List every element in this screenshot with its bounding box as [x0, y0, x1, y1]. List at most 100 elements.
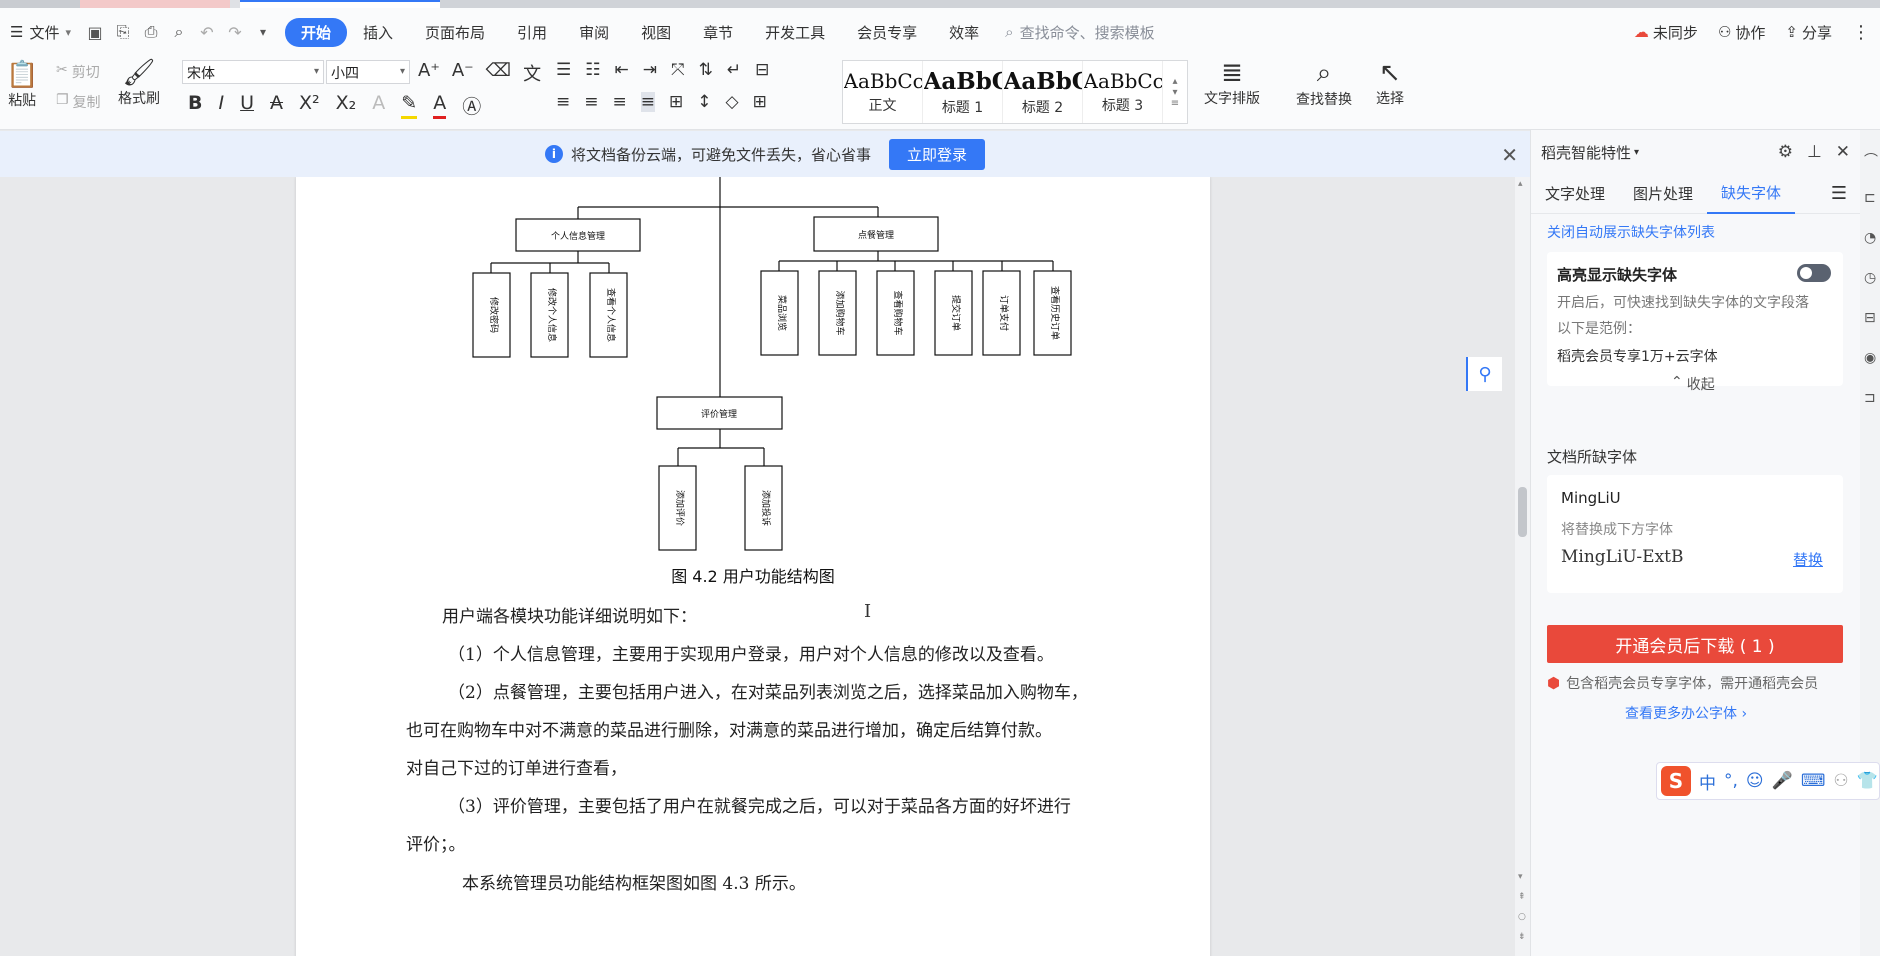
tab-section[interactable]: 章节	[687, 18, 749, 47]
text-direction-icon[interactable]: ⇅	[699, 60, 713, 80]
highlight-icon[interactable]: ✎	[401, 92, 418, 119]
close-auto-show-link[interactable]: 关闭自动展示缺失字体列表	[1547, 222, 1715, 242]
subscript-icon[interactable]: X₂	[336, 92, 357, 119]
sogou-logo-icon[interactable]: S	[1661, 766, 1691, 796]
style-heading-2[interactable]: AaBbC 标题 2	[1003, 61, 1083, 123]
rail-icon-2[interactable]: ⊏	[1864, 190, 1876, 206]
text-effect-icon[interactable]: A	[372, 92, 385, 119]
underline-icon[interactable]: U	[240, 92, 254, 119]
rail-icon-3[interactable]: ◔	[1864, 230, 1876, 246]
ime-mode-label[interactable]: 中	[1699, 769, 1716, 794]
tab-review[interactable]: 审阅	[563, 18, 625, 47]
align-center-icon[interactable]: ≡	[584, 92, 598, 112]
tab-start[interactable]: 开始	[285, 17, 348, 47]
rail-icon-6[interactable]: ◉	[1864, 350, 1876, 366]
tab-member[interactable]: 会员专享	[841, 18, 933, 47]
document-page[interactable]: 个人信息管理 点餐管理 评价管理 修改密码 修改个人信息 查看个人信息 菜品浏览…	[296, 177, 1210, 956]
rail-icon-1[interactable]: ⌒	[1864, 150, 1878, 170]
numbered-list-icon[interactable]: ☷	[585, 60, 600, 80]
collapse-button[interactable]: ⌃ 收起	[1671, 374, 1715, 394]
scroll-up-icon[interactable]: ▴	[1518, 179, 1523, 189]
print-icon[interactable]: ⎙	[137, 18, 165, 46]
shading-icon[interactable]: ◇	[726, 92, 739, 112]
location-pin-icon[interactable]: ⚲	[1466, 357, 1502, 391]
keyboard-icon[interactable]: ⌨	[1801, 771, 1826, 791]
phonetic-guide-icon[interactable]: 文	[523, 60, 541, 86]
panel-title[interactable]: 稻壳智能特性	[1541, 142, 1631, 163]
collaborate-button[interactable]: ⚇ 协作	[1718, 22, 1765, 43]
save-icon[interactable]: ▣	[81, 18, 109, 46]
sync-status-button[interactable]: ☁ 未同步	[1634, 22, 1698, 43]
style-heading-3[interactable]: AaBbCc 标题 3	[1083, 61, 1163, 123]
close-icon[interactable]: ✕	[1501, 143, 1518, 167]
command-search[interactable]: ⌕ 查找命令、搜索模板	[1005, 22, 1154, 43]
emoji-icon[interactable]: ☺	[1746, 771, 1764, 791]
align-left-icon[interactable]: ≡	[556, 92, 570, 112]
bullet-list-icon[interactable]: ☰	[556, 60, 571, 80]
menu-icon[interactable]: ☰	[1831, 183, 1847, 204]
bold-icon[interactable]: B	[188, 92, 202, 119]
select-button[interactable]: ↖ 选择	[1376, 58, 1404, 108]
find-replace-button[interactable]: ⌕ 查找替换	[1296, 58, 1352, 109]
tab-efficiency[interactable]: 效率	[933, 18, 995, 47]
align-right-icon[interactable]: ≡	[613, 92, 627, 112]
strikethrough-icon[interactable]: A	[270, 92, 283, 119]
quick-access-more-icon[interactable]: ▾	[249, 18, 277, 46]
tab-home[interactable]	[0, 0, 80, 8]
decrease-indent-icon[interactable]: ⇤	[615, 60, 629, 80]
document-scrollbar[interactable]: ▴ ▾ ⇞ ○ ⇟	[1515, 177, 1530, 956]
tab-document-active[interactable]	[240, 0, 440, 8]
more-options-icon[interactable]: ⋮	[1852, 22, 1870, 43]
tab-image-processing[interactable]: 图片处理	[1619, 174, 1707, 214]
cut-button[interactable]: ✂ 剪切	[56, 62, 100, 82]
font-size-select[interactable]: 小四 ▾	[326, 60, 410, 84]
more-fonts-link[interactable]: 查看更多办公字体 ›	[1625, 703, 1747, 723]
document-canvas[interactable]: 个人信息管理 点餐管理 评价管理 修改密码 修改个人信息 查看个人信息 菜品浏览…	[0, 177, 1515, 956]
punctuation-icon[interactable]: °,	[1724, 771, 1738, 791]
skin-icon[interactable]: 👕	[1857, 771, 1878, 791]
scroll-down-icon[interactable]: ▾	[1518, 872, 1523, 882]
select-browse-icon[interactable]: ○	[1518, 912, 1526, 922]
print-preview-icon[interactable]: ⌕	[165, 18, 193, 46]
pin-icon[interactable]: ⊥	[1807, 142, 1822, 162]
scrollbar-thumb[interactable]	[1518, 487, 1527, 537]
tab-insert[interactable]: 插入	[347, 18, 409, 47]
format-painter-button[interactable]: 🖌 格式刷	[118, 58, 160, 108]
microphone-icon[interactable]: 🎤	[1772, 771, 1793, 791]
grow-font-icon[interactable]: A⁺	[418, 60, 440, 86]
export-pdf-icon[interactable]: ⎘	[109, 18, 137, 46]
download-font-button[interactable]: 开通会员后下载 ( 1 )	[1547, 625, 1843, 663]
chinese-layout-icon[interactable]: ⤧	[671, 60, 685, 80]
char-border-icon[interactable]: Ⓐ	[462, 92, 481, 119]
borders-icon[interactable]: ⊞	[753, 92, 767, 112]
font-name-select[interactable]: 宋体 ▾	[182, 60, 324, 84]
justify-icon[interactable]: ≡	[640, 92, 655, 112]
tab-view[interactable]: 视图	[625, 18, 687, 47]
highlight-toggle[interactable]	[1797, 264, 1831, 282]
distribute-icon[interactable]: ⊞	[669, 92, 683, 112]
show-hide-marks-icon[interactable]: ↵	[727, 60, 741, 80]
line-spacing-icon[interactable]: ↕	[697, 92, 711, 112]
undo-icon[interactable]: ↶	[193, 18, 221, 46]
shrink-font-icon[interactable]: A⁻	[452, 60, 474, 86]
font-color-icon[interactable]: A	[433, 92, 447, 119]
rail-icon-5[interactable]: ⊟	[1864, 310, 1876, 326]
tab-missing-fonts[interactable]: 缺失字体	[1707, 174, 1796, 214]
close-icon[interactable]: ✕	[1836, 142, 1850, 162]
style-heading-1[interactable]: AaBbC 标题 1	[923, 61, 1003, 123]
clear-format-icon[interactable]: ⌫	[486, 60, 511, 86]
file-menu-button[interactable]: ☰ 文件 ▾	[0, 22, 81, 43]
login-button[interactable]: 立即登录	[889, 138, 986, 170]
tab-developer[interactable]: 开发工具	[749, 18, 841, 47]
text-layout-button[interactable]: ≣ 文字排版	[1204, 58, 1260, 108]
copy-button[interactable]: ❐ 复制	[56, 92, 101, 112]
tab-references[interactable]: 引用	[501, 18, 563, 47]
user-icon[interactable]: ⚇	[1833, 771, 1848, 791]
italic-icon[interactable]: I	[218, 92, 224, 119]
paste-button[interactable]: 📋 粘贴	[6, 60, 38, 110]
redo-icon[interactable]: ↷	[221, 18, 249, 46]
tab-stops-icon[interactable]: ⊟	[755, 60, 769, 80]
tab-page-layout[interactable]: 页面布局	[409, 18, 501, 47]
increase-indent-icon[interactable]: ⇥	[643, 60, 657, 80]
tab-document-1[interactable]	[80, 0, 230, 8]
